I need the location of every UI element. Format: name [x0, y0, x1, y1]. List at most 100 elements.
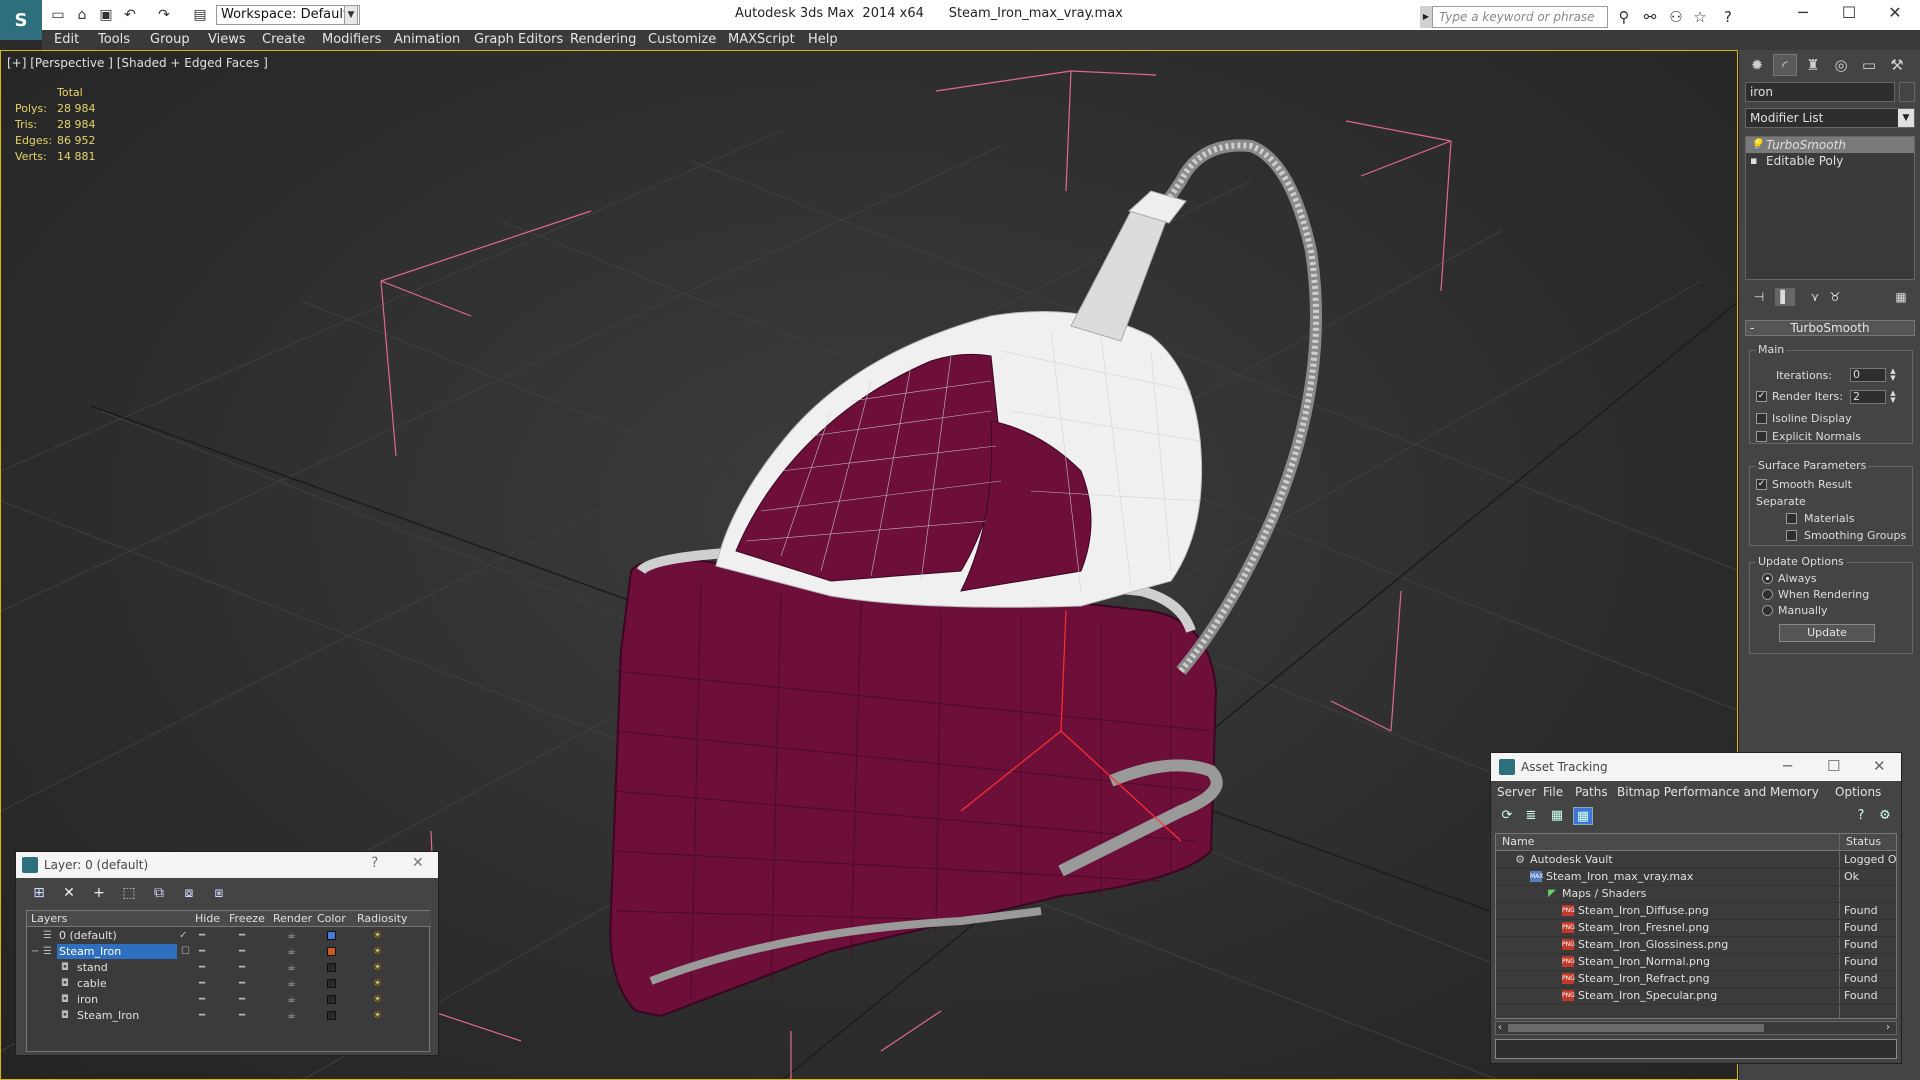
menu-create[interactable]: Create: [262, 32, 305, 47]
iterations-spinner[interactable]: 0: [1850, 368, 1886, 382]
settings-icon[interactable]: ⚙: [1875, 807, 1895, 825]
object-color-swatch[interactable]: [327, 1011, 336, 1020]
table-view-icon[interactable]: ▦: [1573, 807, 1593, 825]
asset-row-bitmap[interactable]: PNG Steam_Iron_Refract.png Found: [1496, 971, 1896, 988]
object-name[interactable]: stand: [75, 960, 108, 975]
hide-toggle[interactable]: ━: [199, 976, 205, 991]
update-manually-radio[interactable]: [1762, 605, 1773, 616]
menu-edit[interactable]: Edit: [54, 32, 79, 47]
asset-row-maps-folder[interactable]: ◤ Maps / Shaders: [1496, 886, 1896, 903]
show-end-result-icon[interactable]: ▌: [1775, 288, 1795, 306]
smooth-result-checkbox[interactable]: ✓: [1756, 479, 1767, 490]
render-teapot-icon[interactable]: ☕: [287, 944, 296, 959]
column-header-status[interactable]: Status: [1846, 835, 1881, 848]
expand-icon[interactable]: ▪: [1750, 153, 1757, 169]
remove-modifier-icon[interactable]: ♉: [1825, 288, 1845, 306]
motion-tab-icon[interactable]: ◎: [1829, 54, 1853, 76]
render-teapot-icon[interactable]: ☕: [287, 992, 296, 1007]
radiosity-icon[interactable]: ☀: [373, 992, 382, 1007]
hide-toggle[interactable]: ━: [199, 960, 205, 975]
menu-graph-editors[interactable]: Graph Editors: [474, 32, 563, 47]
star-icon[interactable]: ☆: [1690, 7, 1710, 27]
refresh-icon[interactable]: ⟳: [1497, 807, 1517, 825]
create-tab-icon[interactable]: ✹: [1745, 54, 1769, 76]
utilities-tab-icon[interactable]: ⚒: [1885, 54, 1909, 76]
search-expand-button[interactable]: ▶: [1420, 6, 1432, 28]
search-icon[interactable]: ⚯: [1640, 7, 1660, 27]
layer-row[interactable]: − ☰ Steam_Iron ☐ ━ ━ ☕ ☀: [27, 944, 431, 960]
asset-horizontal-scrollbar[interactable]: ‹ ›: [1495, 1021, 1897, 1035]
menu-group[interactable]: Group: [150, 32, 190, 47]
update-when-rendering-radio[interactable]: [1762, 589, 1773, 600]
object-name[interactable]: Steam_Iron: [75, 1008, 139, 1023]
list-view-icon[interactable]: ≣: [1521, 807, 1541, 825]
pin-stack-icon[interactable]: ⊣: [1749, 288, 1769, 306]
asset-row-bitmap[interactable]: PNG Steam_Iron_Normal.png Found: [1496, 954, 1896, 971]
layer-color-swatch[interactable]: [327, 947, 336, 956]
render-teapot-icon[interactable]: ☕: [287, 976, 296, 991]
stack-item-turbosmooth[interactable]: 💡 TurboSmooth: [1746, 137, 1914, 153]
object-color-swatch[interactable]: [1899, 82, 1915, 102]
create-layer-icon[interactable]: ⊞: [28, 883, 50, 903]
user-icon[interactable]: ⚇: [1666, 7, 1686, 27]
spinner-arrows-icon[interactable]: ▲ ▼: [1888, 368, 1898, 382]
radiosity-icon[interactable]: ☀: [373, 960, 382, 975]
search-input[interactable]: Type a keyword or phrase: [1432, 6, 1608, 28]
collapse-icon[interactable]: −: [31, 944, 39, 959]
layer-name[interactable]: 0 (default): [57, 928, 117, 943]
thumbnail-view-icon[interactable]: ▦: [1547, 807, 1567, 825]
asset-row-scene-file[interactable]: MAX Steam_Iron_max_vray.max Ok: [1496, 869, 1896, 886]
close-icon[interactable]: ✕: [1872, 0, 1918, 26]
layer-name[interactable]: Steam_Iron: [57, 944, 177, 959]
new-file-icon[interactable]: ▭: [48, 6, 68, 24]
freeze-toggle[interactable]: ━: [239, 992, 245, 1007]
column-header-color[interactable]: Color: [317, 912, 346, 925]
viewport-label[interactable]: [+] [Perspective ] [Shaded + Edged Faces…: [7, 56, 268, 70]
workspace-dropdown[interactable]: Workspace: Default▼: [216, 5, 360, 25]
freeze-toggle[interactable]: ━: [239, 960, 245, 975]
radiosity-icon[interactable]: ☀: [373, 928, 382, 943]
menu-help[interactable]: Help: [808, 32, 838, 47]
select-objects-icon[interactable]: ⬚: [118, 883, 140, 903]
close-icon[interactable]: ✕: [1873, 757, 1886, 775]
add-to-layer-icon[interactable]: +: [88, 883, 110, 903]
freeze-toggle[interactable]: ━: [239, 1008, 245, 1023]
explicit-normals-checkbox[interactable]: [1756, 431, 1767, 442]
display-tab-icon[interactable]: ▭: [1857, 54, 1881, 76]
workspace-more-button[interactable]: ▼: [344, 5, 358, 25]
asset-row-vault[interactable]: ⚙ Autodesk Vault Logged O: [1496, 852, 1896, 869]
radiosity-icon[interactable]: ☀: [373, 976, 382, 991]
asset-menu-paths[interactable]: Paths: [1575, 785, 1608, 799]
hide-toggle[interactable]: ━: [199, 992, 205, 1007]
asset-menu-bitmap[interactable]: Bitmap Performance and Memory: [1617, 785, 1819, 799]
object-name[interactable]: cable: [75, 976, 107, 991]
modifier-list-dropdown[interactable]: Modifier List ▼: [1745, 108, 1915, 128]
asset-row-bitmap[interactable]: PNG Steam_Iron_Diffuse.png Found: [1496, 903, 1896, 920]
column-header-layers[interactable]: Layers: [31, 912, 67, 925]
delete-layer-icon[interactable]: ✕: [58, 883, 80, 903]
render-teapot-icon[interactable]: ☕: [287, 1008, 296, 1023]
object-color-swatch[interactable]: [327, 963, 336, 972]
highlight-layer-icon[interactable]: ⧉: [148, 883, 170, 903]
render-teapot-icon[interactable]: ☕: [287, 960, 296, 975]
asset-row-bitmap[interactable]: PNG Steam_Iron_Specular.png Found: [1496, 988, 1896, 1005]
turbosmooth-rollout-header[interactable]: - TurboSmooth: [1745, 320, 1915, 336]
freeze-toggle[interactable]: ━: [239, 976, 245, 991]
minimize-icon[interactable]: ─: [1780, 0, 1826, 26]
redo-icon[interactable]: ↷: [154, 6, 174, 24]
undo-icon[interactable]: ↶: [120, 6, 140, 24]
layer-object-row[interactable]: ◘ iron ━ ━ ☕ ☀: [27, 992, 431, 1008]
update-button[interactable]: Update: [1779, 624, 1875, 642]
save-file-icon[interactable]: ▣: [96, 6, 116, 24]
asset-window-titlebar[interactable]: Asset Tracking ─ ☐ ✕: [1491, 753, 1901, 781]
render-iters-spinner[interactable]: 2: [1850, 390, 1886, 404]
materials-checkbox[interactable]: [1786, 513, 1797, 524]
render-teapot-icon[interactable]: ☕: [287, 928, 296, 943]
column-header-hide[interactable]: Hide: [195, 912, 220, 925]
freeze-toggle[interactable]: ━: [239, 944, 245, 959]
help-icon[interactable]: ?: [371, 855, 378, 871]
object-name[interactable]: iron: [75, 992, 98, 1007]
maximize-icon[interactable]: ☐: [1827, 757, 1840, 775]
menu-tools[interactable]: Tools: [98, 32, 130, 47]
help-icon[interactable]: ?: [1718, 7, 1738, 27]
